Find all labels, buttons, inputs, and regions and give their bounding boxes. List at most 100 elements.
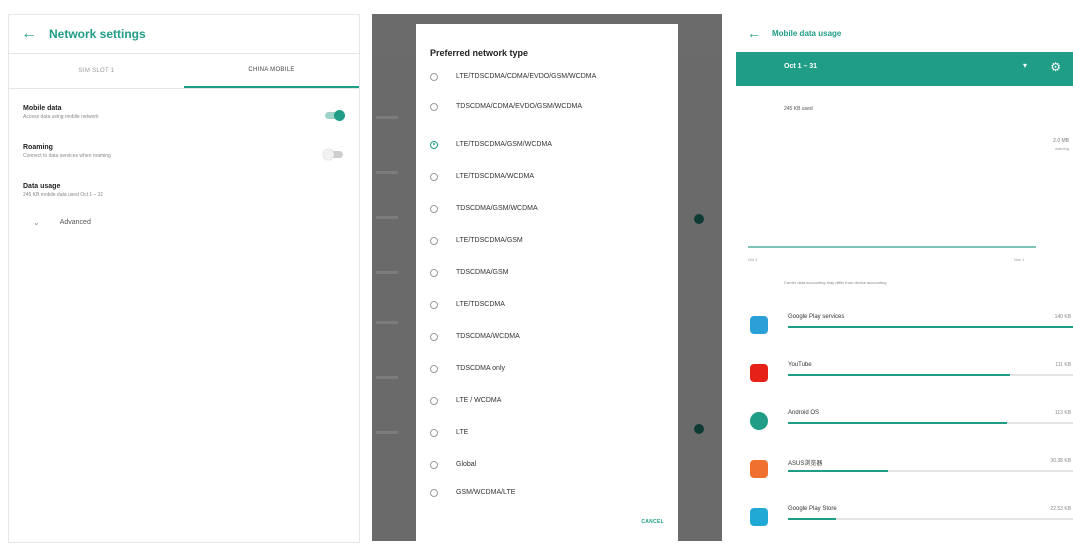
android-os-icon [750,412,768,430]
app-data-size: 113 KB [1054,410,1071,416]
radio-icon[interactable] [430,72,438,81]
network-option[interactable]: LTE/TDSCDMA/CDMA/EVDO/GSM/WCDMA [430,72,656,81]
mobile-data-setting[interactable]: Mobile data Access data using mobile net… [9,105,359,121]
network-option[interactable]: TDSCDMA only [430,364,656,373]
page-title: Network settings [49,27,146,41]
radio-icon[interactable] [430,428,438,437]
browser-icon [750,460,768,478]
app-usage-row[interactable]: Android OS 113 KB [736,406,1073,446]
setting-title: Mobile data [23,105,62,112]
chevron-down-icon: ⌄ [33,218,40,227]
tab-china-mobile[interactable]: CHINA MOBILE [184,54,359,88]
usage-bar-track [788,470,1073,472]
option-label: LTE/TDSCDMA/GSM [456,237,523,244]
option-label: Global [456,461,477,468]
network-option[interactable]: LTE/TDSCDMA/WCDMA [430,172,656,181]
dimmed-text [376,216,398,219]
usage-bar-fill [788,470,888,472]
option-label: TDSCDMA/GSM/WCDMA [456,205,538,212]
app-usage-row[interactable]: ASUS浏览器 30.38 KB [736,454,1073,494]
option-label: LTE/TDSCDMA/WCDMA [456,173,535,180]
network-option[interactable]: LTE [430,428,656,437]
option-label: TDSCDMA/GSM [456,269,509,276]
advanced-row[interactable]: ⌄ Advanced [9,218,359,227]
radio-icon[interactable] [430,268,438,277]
radio-icon[interactable] [430,236,438,245]
option-label: LTE/TDSCDMA/CDMA/EVDO/GSM/WCDMA [456,73,597,80]
network-option[interactable]: GSM/WCDMA/LTE [430,488,656,497]
dimmed-background-right [678,56,722,541]
usage-bar-track [788,374,1073,376]
usage-bar-fill [788,422,1008,424]
network-option[interactable]: LTE/TDSCDMA/GSM/WCDMA [430,140,656,149]
app-data-size: 22.53 KB [1050,506,1071,512]
app-name: Google Play Store [788,506,837,512]
dimmed-toggle [694,424,704,434]
mobile-data-usage-screen: ← Mobile data usage Oct 1 – 31 ▾ ⚙ 245 K… [736,14,1073,541]
usage-bar-fill [788,518,837,520]
dimmed-toggle [694,214,704,224]
google-play-store-icon [750,508,768,526]
radio-icon[interactable] [430,332,438,341]
google-play-services-icon [750,316,768,334]
option-label: LTE/TDSCDMA [456,301,505,308]
usage-graph-line [748,246,1036,248]
page-title: Mobile data usage [772,28,842,38]
gear-icon[interactable]: ⚙ [1050,60,1061,74]
network-option[interactable]: Global [430,460,656,469]
network-option[interactable]: LTE / WCDMA [430,396,656,405]
tab-sim-slot-1[interactable]: SIM SLOT 1 [9,54,184,88]
network-option[interactable]: TDSCDMA/CDMA/EVDO/GSM/WCDMA [430,102,656,111]
toggle-knob [323,149,334,160]
network-option[interactable]: LTE/TDSCDMA/GSM [430,236,656,245]
advanced-label: Advanced [59,219,91,226]
radio-icon[interactable] [430,488,438,497]
data-usage-setting[interactable]: Data usage 245 KB mobile data used Oct 1… [9,183,359,198]
arrow-back-icon[interactable]: ← [736,25,772,41]
app-bar: ← Mobile data usage [736,14,1073,52]
preferred-network-screen: Preferred network type LTE/TDSCDMA/CDMA/… [372,14,722,541]
option-label: TDSCDMA/CDMA/EVDO/GSM/WCDMA [456,103,582,110]
setting-subtitle: Access data using mobile network [23,114,99,120]
network-option[interactable]: LTE/TDSCDMA [430,300,656,309]
app-usage-row[interactable]: Google Play Store 22.53 KB [736,502,1073,541]
radio-icon[interactable] [430,300,438,309]
radio-icon[interactable] [430,204,438,213]
usage-bar-fill [788,326,1073,328]
graph-start-date: Oct 1 [748,257,758,262]
usage-bar-track [788,326,1073,328]
radio-icon[interactable] [430,172,438,181]
radio-icon[interactable] [430,364,438,373]
arrow-back-icon[interactable]: ← [9,25,49,43]
dimmed-text [376,171,398,174]
radio-icon[interactable] [430,460,438,469]
network-settings-screen: ← Network settings SIM SLOT 1 CHINA MOBI… [8,14,360,543]
dialog-title: Preferred network type [430,48,529,58]
dropdown-arrow-icon[interactable]: ▾ [1023,61,1027,70]
roaming-toggle[interactable] [323,149,343,160]
radio-icon[interactable] [430,102,438,111]
dimmed-text [376,431,398,434]
mobile-data-toggle[interactable] [325,110,345,121]
radio-selected-icon[interactable] [430,140,438,149]
app-usage-row[interactable]: YouTube 111 KB [736,358,1073,398]
option-label: LTE / WCDMA [456,397,502,404]
network-option[interactable]: TDSCDMA/GSM [430,268,656,277]
carrier-note: Carrier data accounting may differ from … [784,280,887,285]
setting-title: Roaming [23,144,53,151]
network-option[interactable]: TDSCDMA/GSM/WCDMA [430,204,656,213]
cancel-button[interactable]: CANCEL [641,519,664,525]
cycle-selector[interactable]: Oct 1 – 31 [784,63,817,70]
network-option[interactable]: TDSCDMA/WCDMA [430,332,656,341]
app-data-size: 140 KB [1054,314,1071,320]
dimmed-text [376,376,398,379]
data-used-summary: 245 KB used [784,106,813,112]
usage-bar-track [788,422,1073,424]
radio-icon[interactable] [430,396,438,405]
option-label: TDSCDMA only [456,365,506,372]
option-label: GSM/WCDMA/LTE [456,489,516,496]
usage-bar-fill [788,374,1011,376]
app-usage-row[interactable]: Google Play services 140 KB [736,310,1073,350]
roaming-setting[interactable]: Roaming Connect to data services when ro… [9,144,359,160]
usage-bar-track [788,518,1073,520]
